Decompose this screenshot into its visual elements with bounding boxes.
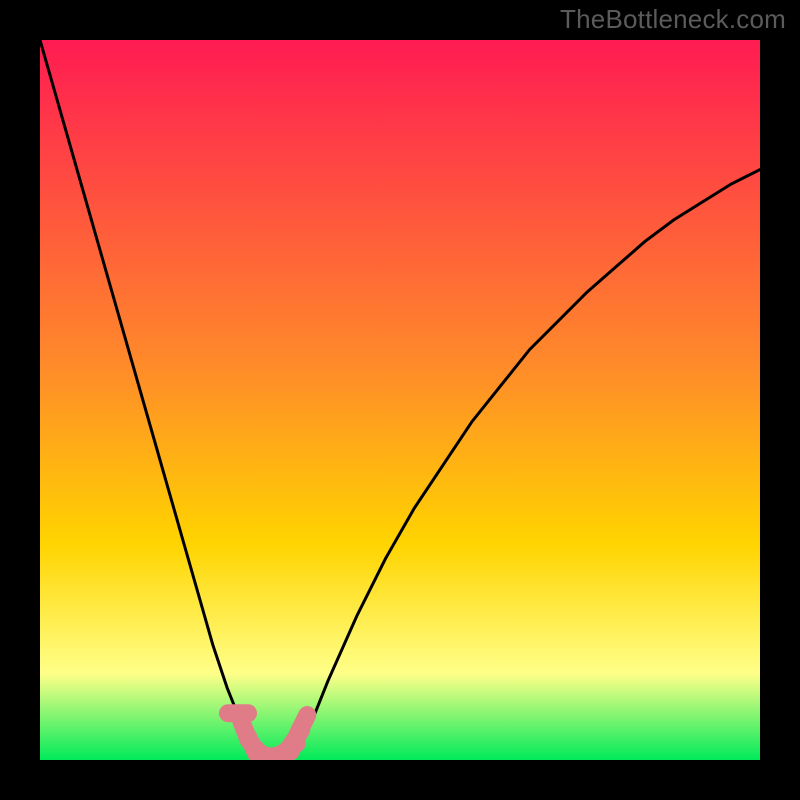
bottleneck-chart: [40, 40, 760, 760]
chart-area: [40, 40, 760, 760]
gradient-background: [40, 40, 760, 760]
marker-dash: [298, 715, 307, 733]
watermark-text: TheBottleneck.com: [560, 4, 786, 35]
outer-frame: TheBottleneck.com: [0, 0, 800, 800]
